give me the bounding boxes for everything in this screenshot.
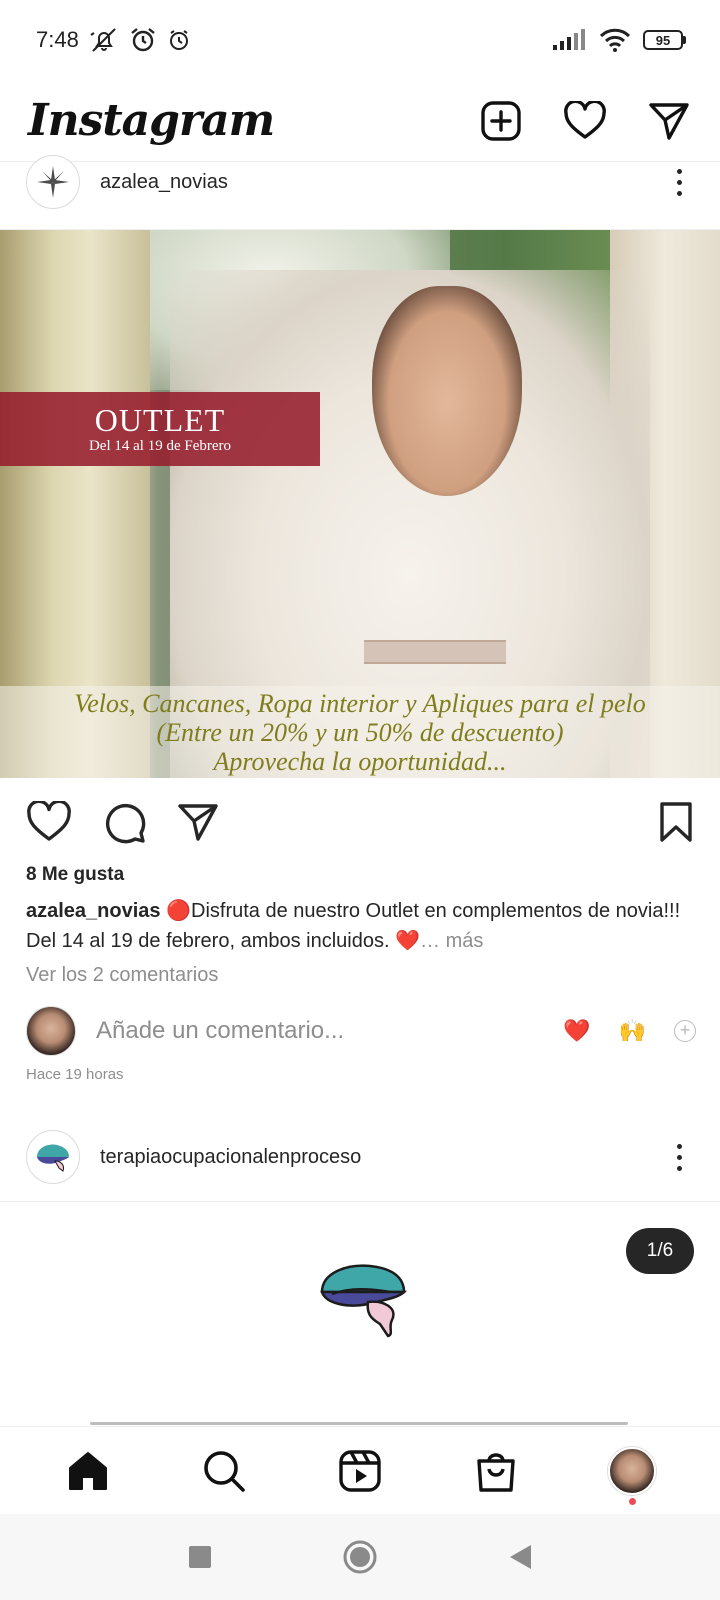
- post-caption: azalea_novias 🔴Disfruta de nuestro Outle…: [26, 896, 696, 956]
- dot: [676, 1154, 682, 1160]
- post-actions: [0, 792, 720, 852]
- bottom-navigation: [0, 1426, 720, 1514]
- reels-icon: [339, 1449, 381, 1492]
- post-author-username[interactable]: terapiaocupacionalenproceso: [100, 1146, 664, 1169]
- brain-illustration: [320, 1264, 408, 1338]
- caption-more-link[interactable]: … más: [420, 930, 483, 952]
- back-button[interactable]: [500, 1537, 540, 1577]
- direct-messages-button[interactable]: [646, 98, 692, 144]
- post-timestamp: Hace 19 horas: [26, 1066, 124, 1083]
- add-reaction-button[interactable]: +: [674, 1020, 696, 1042]
- dot: [676, 168, 682, 174]
- post-author-avatar[interactable]: [26, 1130, 80, 1184]
- direct-message-icon: [649, 102, 689, 140]
- post-actions-left: [26, 800, 658, 844]
- recent-apps-button[interactable]: [180, 1537, 220, 1577]
- battery-indicator: 95: [643, 30, 686, 50]
- notification-dot: [629, 1497, 636, 1505]
- home-icon: [69, 1451, 107, 1490]
- header-actions: [478, 98, 692, 144]
- clock: 7:48: [36, 27, 79, 52]
- comment-input[interactable]: Añade un comentario...: [96, 1017, 563, 1045]
- add-comment-row: Añade un comentario... ❤️ 🙌 +: [26, 1004, 696, 1058]
- profile-avatar: [608, 1446, 656, 1495]
- caption-username[interactable]: azalea_novias: [26, 900, 161, 922]
- flower-logo-icon: [37, 166, 69, 198]
- promo-line: Velos, Cancanes, Ropa interior y Aplique…: [74, 688, 646, 718]
- system-navigation: [0, 1514, 720, 1600]
- comment-icon[interactable]: [102, 800, 146, 844]
- scroll-indicator: [90, 1422, 628, 1425]
- quick-reaction-heart[interactable]: ❤️: [563, 1018, 590, 1044]
- search-icon: [204, 1450, 245, 1492]
- status-right: 95: [553, 28, 686, 52]
- like-heart-icon[interactable]: [26, 801, 72, 843]
- bookmark-icon[interactable]: [658, 801, 694, 843]
- outlet-dates: Del 14 al 19 de Febrero: [88, 438, 232, 454]
- new-post-button[interactable]: [478, 98, 524, 144]
- promo-line: Aprovecha la oportunidad...: [213, 746, 507, 776]
- alarm-icon: [131, 28, 155, 52]
- nav-reels[interactable]: [330, 1441, 390, 1501]
- nav-home[interactable]: [58, 1441, 118, 1501]
- outlet-banner: OUTLET Del 14 al 19 de Febrero: [0, 392, 320, 466]
- post-options-button[interactable]: [664, 1143, 694, 1171]
- muted-bell-icon: [90, 28, 116, 52]
- nav-search[interactable]: [194, 1441, 254, 1501]
- new-post-icon: [481, 100, 521, 141]
- post-options-button[interactable]: [664, 168, 694, 196]
- battery-level: 95: [643, 30, 683, 50]
- activity-button[interactable]: [562, 98, 608, 144]
- shop-bag-icon: [477, 1452, 515, 1492]
- caption-heart: ❤️: [395, 930, 421, 952]
- battery-tip: [683, 36, 686, 44]
- square-icon: [189, 1546, 211, 1568]
- dot: [676, 1165, 682, 1171]
- carousel-counter: 1/6: [626, 1228, 694, 1274]
- caption-red-dot: 🔴: [166, 900, 191, 922]
- view-comments-link[interactable]: Ver los 2 comentarios: [26, 964, 218, 987]
- quick-reactions: ❤️ 🙌 +: [563, 1018, 696, 1044]
- status-left: 7:48: [36, 27, 191, 53]
- likes-count[interactable]: 8 Me gusta: [26, 864, 124, 886]
- clock-icon: [169, 30, 188, 50]
- quick-reaction-hands[interactable]: 🙌: [619, 1018, 646, 1044]
- instagram-logo[interactable]: Instagram: [28, 95, 275, 146]
- dot: [676, 1143, 682, 1149]
- home-system-button[interactable]: [340, 1537, 380, 1577]
- dot: [676, 179, 682, 185]
- promo-line: (Entre un 20% y un 50% de descuento): [156, 717, 564, 747]
- circle-icon: [343, 1540, 377, 1574]
- signal-icon: [553, 29, 585, 50]
- wifi-icon: [599, 28, 631, 52]
- post-author-avatar[interactable]: [26, 155, 80, 209]
- image-belt: [364, 640, 506, 664]
- post-image[interactable]: OUTLET Del 14 al 19 de Febrero Velos, Ca…: [0, 230, 720, 778]
- post-header: terapiaocupacionalenproceso: [0, 1125, 720, 1189]
- share-icon[interactable]: [176, 801, 220, 843]
- outlet-title: OUTLET: [94, 402, 226, 438]
- image-model: [372, 286, 522, 496]
- dot: [676, 190, 682, 196]
- post-header: azalea_novias: [0, 150, 720, 214]
- status-bar: 7:48 95: [0, 0, 720, 80]
- current-user-avatar: [26, 1006, 76, 1056]
- nav-shop[interactable]: [466, 1441, 526, 1501]
- heart-icon: [564, 100, 606, 139]
- back-triangle-icon: [510, 1545, 531, 1569]
- brain-logo-icon: [37, 1144, 69, 1172]
- promo-band: Velos, Cancanes, Ropa interior y Aplique…: [0, 686, 720, 778]
- post-author-username[interactable]: azalea_novias: [100, 171, 664, 194]
- nav-profile[interactable]: [602, 1441, 662, 1505]
